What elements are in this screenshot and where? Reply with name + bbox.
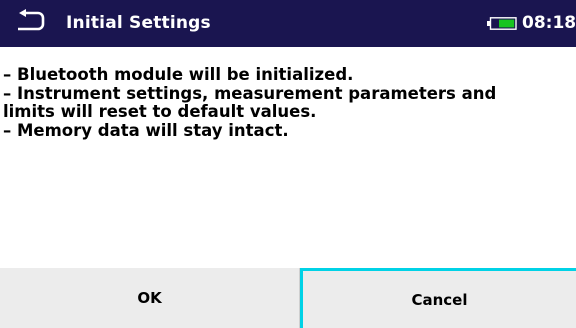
back-button[interactable] — [8, 4, 52, 40]
button-bar: OK Cancel — [0, 268, 576, 328]
ok-button[interactable]: OK — [0, 268, 300, 328]
page-title: Initial Settings — [66, 13, 211, 33]
header-bar: Initial Settings 08:18 — [0, 0, 576, 47]
cancel-button[interactable]: Cancel — [300, 268, 576, 328]
message-line: – Instrument settings, measurement param… — [3, 83, 497, 103]
message-text: – Bluetooth module will be initialized. … — [3, 65, 575, 140]
return-arrow-icon — [18, 9, 45, 31]
message-line: – Bluetooth module will be initialized. — [3, 65, 354, 84]
clock: 08:18 — [522, 13, 576, 33]
message-line: – Memory data will stay intact. — [3, 120, 289, 140]
battery-icon — [487, 17, 517, 30]
message-line: limits will reset to default values. — [3, 102, 317, 121]
